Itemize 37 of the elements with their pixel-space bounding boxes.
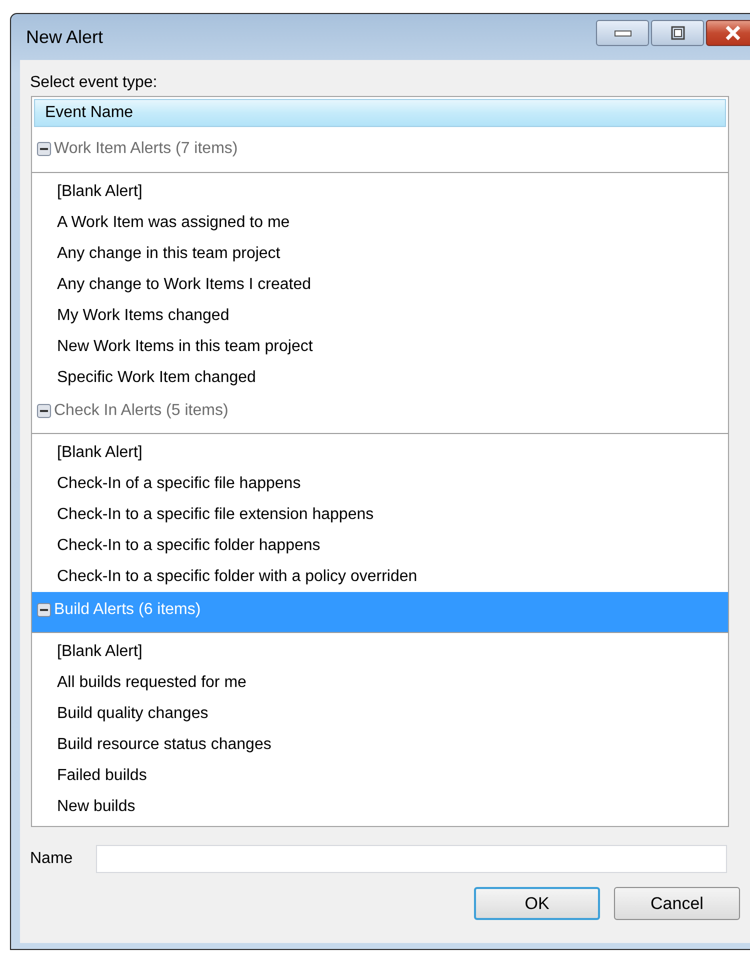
collapse-icon[interactable]: [37, 603, 51, 617]
field-label: Name: [30, 850, 74, 868]
field-label: Select event type:: [30, 74, 158, 92]
list-item[interactable]: Check-In to a specific file extension happens: [32, 499, 728, 530]
list-item[interactable]: Build quality changes: [32, 698, 728, 729]
group-title: Work Item Alerts (7 items): [54, 140, 238, 158]
window-title: New Alert: [26, 26, 104, 48]
list-item[interactable]: Specific Work Item changed: [32, 362, 728, 393]
dialog-button[interactable]: OK: [474, 887, 600, 920]
list-item[interactable]: Failed builds: [32, 760, 728, 791]
group-title: Check In Alerts (5 items): [54, 402, 228, 420]
group-header[interactable]: Check In Alerts (5 items): [32, 393, 728, 434]
list-item[interactable]: Any change to Work Items I created: [32, 269, 728, 300]
column-header[interactable]: Event Name: [34, 99, 726, 127]
minimize-button[interactable]: [596, 20, 649, 46]
list-item[interactable]: [Blank Alert]: [32, 176, 728, 207]
list-item[interactable]: Check-In of a specific file happens: [32, 468, 728, 499]
close-button[interactable]: [706, 20, 750, 46]
maximize-button[interactable]: [651, 20, 704, 46]
dialog-button[interactable]: Cancel: [614, 887, 740, 920]
name-field[interactable]: [96, 845, 727, 873]
list-item[interactable]: A Work Item was assigned to me: [32, 207, 728, 238]
list-item[interactable]: Check-In to a specific folder happens: [32, 530, 728, 561]
list-item[interactable]: Build resource status changes: [32, 729, 728, 760]
group-header[interactable]: Work Item Alerts (7 items): [32, 129, 728, 173]
collapse-icon[interactable]: [37, 404, 51, 418]
collapse-icon[interactable]: [37, 142, 51, 156]
maximize-icon: [670, 25, 686, 41]
list-item[interactable]: All builds requested for me: [32, 667, 728, 698]
list-item[interactable]: [Blank Alert]: [32, 437, 728, 468]
list-item[interactable]: Check-In to a specific folder with a policy overriden: [32, 561, 728, 592]
group-title: Build Alerts (6 items): [54, 601, 201, 619]
list-item[interactable]: My Work Items changed: [32, 300, 728, 331]
list-item[interactable]: New builds: [32, 791, 728, 822]
list-item[interactable]: [Blank Alert]: [32, 636, 728, 667]
list-item[interactable]: New Work Items in this team project: [32, 331, 728, 362]
list-item[interactable]: Any change in this team project: [32, 238, 728, 269]
